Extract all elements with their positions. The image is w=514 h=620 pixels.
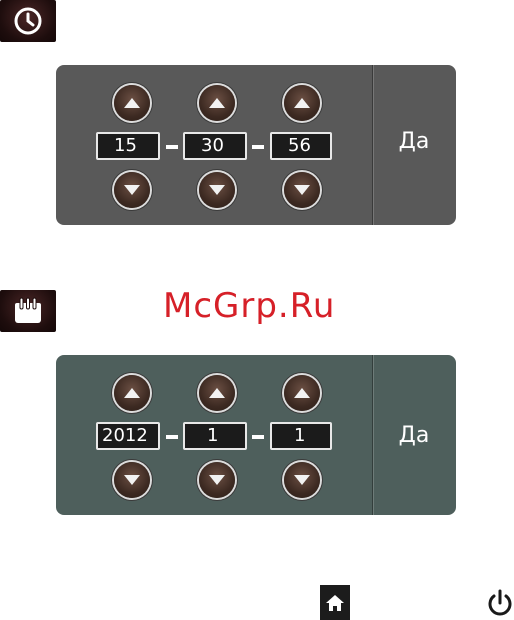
arrow-down-icon: [124, 185, 140, 195]
year-down-button[interactable]: [114, 462, 150, 498]
year-field[interactable]: 2012: [96, 422, 160, 450]
hours-up-button[interactable]: [114, 85, 150, 121]
home-button[interactable]: [320, 585, 350, 620]
time-confirm-button[interactable]: Да: [374, 129, 454, 154]
arrow-up-icon: [124, 388, 140, 398]
arrow-up-icon: [209, 98, 225, 108]
seconds-down-button[interactable]: [284, 172, 320, 208]
day-field[interactable]: 1: [270, 422, 332, 450]
arrow-up-icon: [209, 388, 225, 398]
seconds-field[interactable]: 56: [270, 132, 332, 160]
time-picker-panel: 15 30 56 Да: [56, 65, 456, 225]
separator-dash: [252, 435, 264, 439]
arrow-down-icon: [209, 185, 225, 195]
month-down-button[interactable]: [199, 462, 235, 498]
separator-dash: [166, 145, 178, 149]
calendar-icon: [15, 297, 41, 323]
arrow-down-icon: [294, 475, 310, 485]
arrow-down-icon: [209, 475, 225, 485]
date-confirm-button[interactable]: Да: [374, 423, 454, 448]
power-icon[interactable]: [485, 588, 514, 618]
year-up-button[interactable]: [114, 375, 150, 411]
separator-dash: [166, 435, 178, 439]
minutes-down-button[interactable]: [199, 172, 235, 208]
hours-down-button[interactable]: [114, 172, 150, 208]
clock-tile: [0, 0, 56, 42]
minutes-up-button[interactable]: [199, 85, 235, 121]
clock-icon: [14, 7, 42, 35]
day-down-button[interactable]: [284, 462, 320, 498]
hours-field[interactable]: 15: [96, 132, 160, 160]
minutes-field[interactable]: 30: [183, 132, 247, 160]
month-field[interactable]: 1: [183, 422, 247, 450]
arrow-up-icon: [124, 98, 140, 108]
arrow-down-icon: [124, 475, 140, 485]
arrow-up-icon: [294, 388, 310, 398]
arrow-up-icon: [294, 98, 310, 108]
arrow-down-icon: [294, 185, 310, 195]
day-up-button[interactable]: [284, 375, 320, 411]
calendar-tile: [0, 290, 56, 332]
home-icon: [326, 594, 344, 611]
seconds-up-button[interactable]: [284, 85, 320, 121]
date-picker-panel: 2012 1 1 Да: [56, 355, 456, 515]
watermark-text: McGrp.Ru: [163, 286, 336, 326]
separator-dash: [252, 145, 264, 149]
month-up-button[interactable]: [199, 375, 235, 411]
